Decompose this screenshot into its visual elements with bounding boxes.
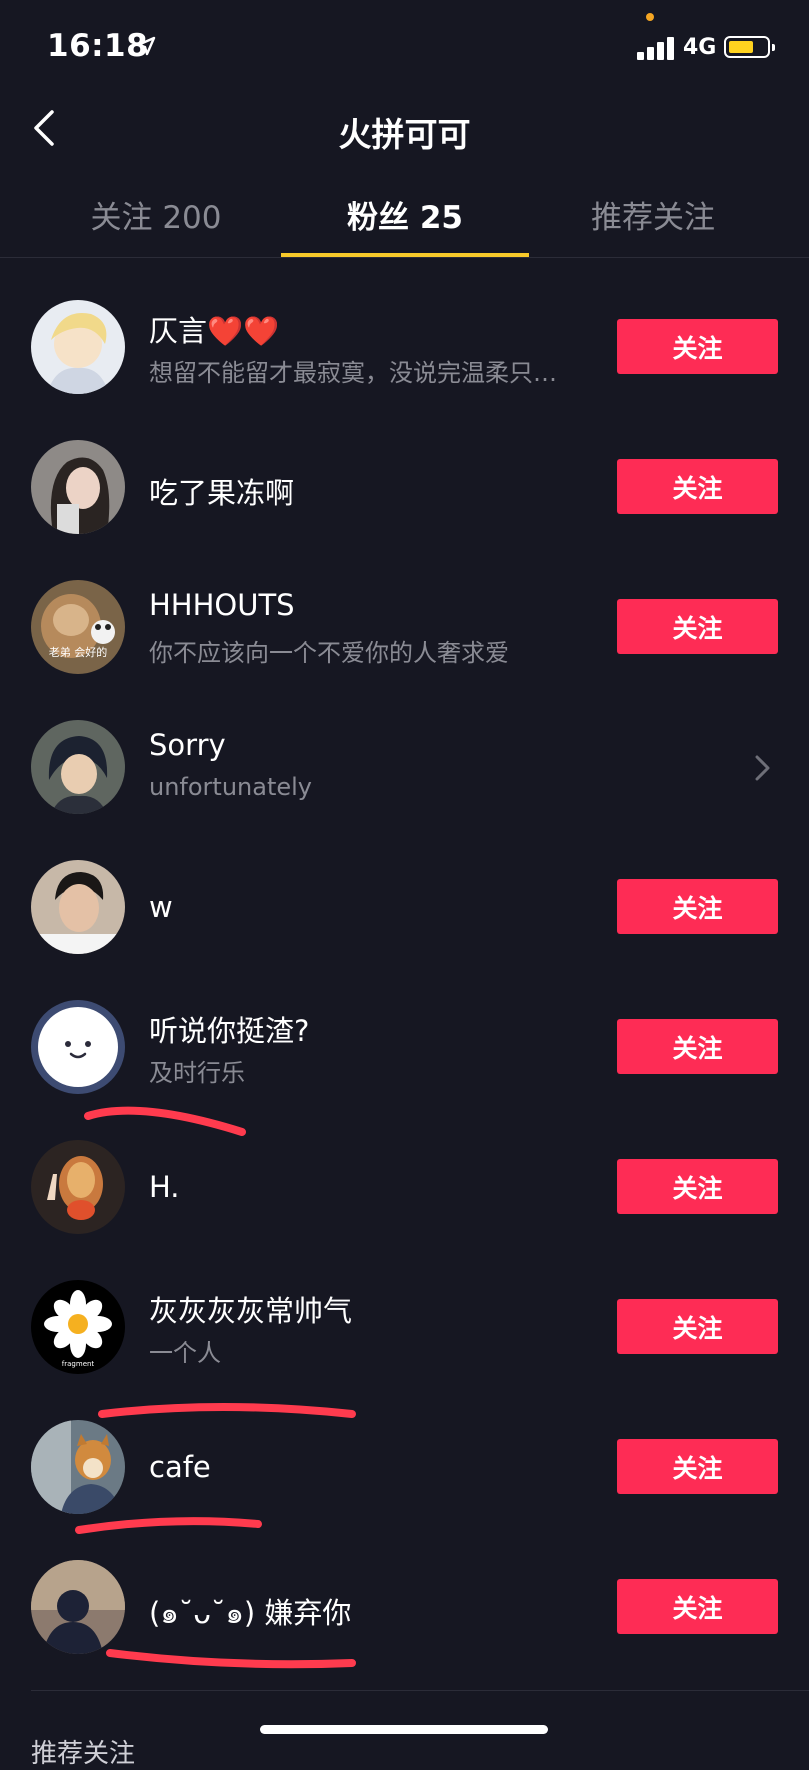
follower-name: cafe [149, 1450, 211, 1484]
list-item[interactable]: 老弟 会好的 HHHOUTS 你不应该向一个不爱你的人奢求爱 关注 [0, 540, 809, 680]
follow-button[interactable]: 关注 [617, 599, 778, 654]
follower-name: 灰灰灰灰常帅气 [149, 1294, 353, 1328]
avatar[interactable]: fragment [31, 1280, 125, 1374]
tab-following[interactable]: 关注 200 [31, 192, 281, 237]
location-arrow-icon [136, 36, 156, 56]
avatar[interactable] [31, 1560, 125, 1654]
follower-bio: 及时行乐 [149, 1059, 245, 1087]
list-item[interactable]: H. 关注 [0, 1100, 809, 1240]
follow-button[interactable]: 关注 [617, 319, 778, 374]
follow-button[interactable]: 关注 [617, 1019, 778, 1074]
follow-button[interactable]: 关注 [617, 459, 778, 514]
avatar[interactable] [31, 440, 125, 534]
page-title: 火拼可可 [338, 115, 471, 154]
network-type: 4G [683, 35, 717, 60]
signal-strength-icon [637, 36, 675, 60]
avatar[interactable] [31, 860, 125, 954]
follower-bio: unfortunately [149, 773, 313, 801]
avatar-caption: 老弟 会好的 [49, 645, 108, 659]
follow-button[interactable]: 关注 [617, 1439, 778, 1494]
avatar[interactable] [31, 720, 125, 814]
follower-bio: 想留不能留才最寂寞，没说完温柔只… [149, 359, 557, 387]
follow-button[interactable]: 关注 [617, 879, 778, 934]
follower-name: w [149, 890, 173, 924]
avatar[interactable] [31, 1140, 125, 1234]
nav-bar: 火拼可可 [0, 90, 809, 170]
status-bar: 16:18 4G [0, 0, 809, 100]
list-item[interactable]: fragment 灰灰灰灰常帅气 一个人 关注 [0, 1240, 809, 1380]
follower-name: H. [149, 1170, 180, 1204]
tab-bar: 关注 200 粉丝 25 推荐关注 [0, 180, 809, 258]
recommended-section-label: 推荐关注 [31, 1739, 136, 1769]
list-item[interactable]: 吃了果冻啊 关注 [0, 400, 809, 540]
follower-bio: 一个人 [149, 1339, 221, 1367]
follower-name: (๑˘ᴗ˘๑) 嫌弃你 [149, 1596, 352, 1630]
avatar-caption: fragment [62, 1360, 95, 1368]
tab-followers[interactable]: 粉丝 25 [280, 192, 530, 237]
battery-icon [724, 36, 775, 58]
active-tab-indicator [281, 253, 529, 257]
follow-button[interactable]: 关注 [617, 1159, 778, 1214]
list-item[interactable]: Sorry unfortunately [0, 680, 809, 820]
follower-bio: 你不应该向一个不爱你的人奢求爱 [149, 639, 509, 667]
status-time: 16:18 [47, 28, 149, 64]
list-item[interactable]: w 关注 [0, 820, 809, 960]
divider [31, 1690, 809, 1691]
list-item[interactable]: 听说你挺渣? 及时行乐 关注 [0, 960, 809, 1100]
list-item[interactable]: cafe 关注 [0, 1380, 809, 1520]
follow-button[interactable]: 关注 [617, 1299, 778, 1354]
list-item[interactable]: 仄言❤️❤️ 想留不能留才最寂寞，没说完温柔只… 关注 [0, 260, 809, 400]
home-indicator[interactable] [260, 1725, 548, 1734]
avatar[interactable] [31, 1000, 125, 1094]
avatar[interactable]: 老弟 会好的 [31, 580, 125, 674]
follower-name: 仄言❤️❤️ [149, 314, 280, 348]
follow-button[interactable]: 关注 [617, 1579, 778, 1634]
avatar[interactable] [31, 300, 125, 394]
recording-indicator-dot [646, 13, 654, 21]
avatar[interactable] [31, 1420, 125, 1514]
follower-name: Sorry [149, 728, 226, 762]
follower-name: 吃了果冻啊 [149, 476, 295, 510]
follower-name: 听说你挺渣? [149, 1014, 310, 1048]
list-item[interactable]: (๑˘ᴗ˘๑) 嫌弃你 关注 [0, 1520, 809, 1660]
chevron-right-icon[interactable] [752, 752, 774, 784]
tab-recommended[interactable]: 推荐关注 [528, 192, 778, 237]
follower-name: HHHOUTS [149, 588, 295, 622]
